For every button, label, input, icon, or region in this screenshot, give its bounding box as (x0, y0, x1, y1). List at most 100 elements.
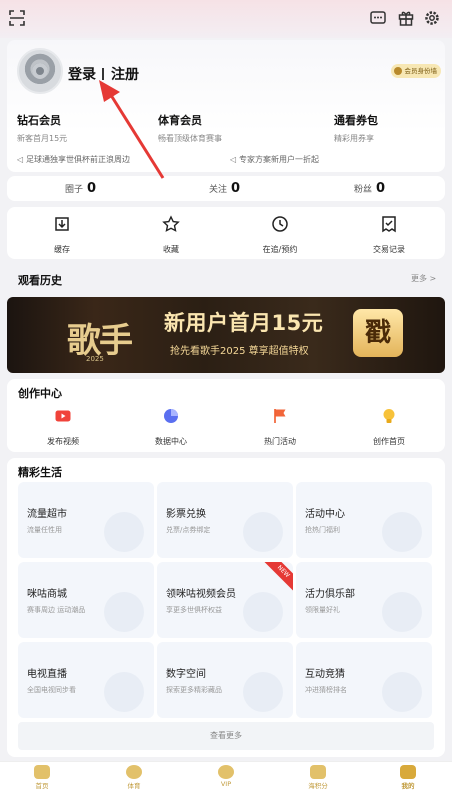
member-badge[interactable]: 会员身份墙 (390, 64, 441, 78)
flag-icon (274, 409, 286, 423)
notice-item[interactable]: ◁ 足球通独享世俱杯前正浪周边 (17, 154, 130, 165)
tile-subtitle: 探索更多精彩藏品 (166, 686, 222, 694)
view-more-button[interactable]: 查看更多 (18, 722, 434, 750)
login-link[interactable]: 登录 (68, 64, 96, 84)
membership-diamond[interactable]: 钻石会员 新客首月15元 (17, 112, 67, 144)
tab-points[interactable]: 海积分 (288, 765, 348, 790)
clock-icon (272, 216, 288, 232)
creation-label: 数据中心 (155, 437, 187, 446)
stat-followers[interactable]: 粉丝 0 (354, 181, 385, 196)
tile-title: 活力俱乐部 (305, 589, 355, 600)
tile-title: 影票兑换 (166, 509, 206, 520)
speaker-icon: ◁ (230, 155, 237, 164)
message-icon[interactable] (369, 9, 387, 27)
creator-home-button[interactable]: 创作首页 (349, 407, 429, 447)
stat-circles[interactable]: 圈子 0 (65, 181, 96, 196)
gift-icon[interactable] (397, 9, 415, 27)
stat-value: 0 (231, 181, 241, 196)
action-label: 在追/预约 (262, 245, 298, 254)
tile-data-store[interactable]: 流量超市 流量任性用 (18, 482, 154, 558)
cache-button[interactable]: 缓存 (22, 215, 102, 255)
stat-label: 关注 (209, 185, 228, 195)
register-link[interactable]: 注册 (111, 64, 139, 84)
scan-icon[interactable] (8, 9, 26, 27)
hot-activities-button[interactable]: 热门活动 (240, 407, 320, 447)
life-title: 精彩生活 (18, 466, 62, 479)
divider (102, 68, 104, 80)
tile-vitality-club[interactable]: 活力俱乐部 领限量好礼 (296, 562, 432, 638)
top-bar (0, 0, 452, 38)
following-reservations-button[interactable]: 在追/预约 (240, 215, 320, 255)
tile-activity-center[interactable]: 活动中心 抢热门福利 (296, 482, 432, 558)
tab-home[interactable]: 首页 (12, 765, 72, 790)
stat-following[interactable]: 关注 0 (209, 181, 240, 196)
tile-movie-tickets[interactable]: 影票兑换 兑票/点券绑定 (157, 482, 293, 558)
tile-title: 数字空间 (166, 669, 206, 680)
tab-label: 首页 (35, 782, 49, 790)
receipt-icon (382, 216, 396, 233)
ball-icon (126, 765, 142, 779)
pie-chart-icon (164, 409, 178, 423)
tab-sports[interactable]: 体育 (104, 765, 164, 790)
tile-tv-live[interactable]: 电视直播 全国电视同步看 (18, 642, 154, 718)
tab-vip[interactable]: VIP (196, 765, 256, 788)
transactions-button[interactable]: 交易记录 (349, 215, 429, 255)
creation-center-card: 创作中心 发布视频 数据中心 热门活动 创作首页 (7, 379, 445, 452)
banner-cta-button[interactable]: 戳 (353, 309, 403, 357)
tile-subtitle: 冲进猜榜排名 (305, 686, 347, 694)
tile-migu-mall[interactable]: 咪咕商城 赛事周边 运动潮品 (18, 562, 154, 638)
play-icon (310, 765, 326, 779)
notice-text: 专家方案新用户一折起 (239, 155, 319, 164)
notice-text: 足球通独享世俱杯前正浪周边 (26, 155, 130, 164)
stat-label: 圈子 (65, 185, 84, 195)
action-label: 缓存 (54, 245, 70, 254)
star-icon (162, 215, 180, 232)
settings-icon[interactable] (423, 9, 441, 27)
tile-subtitle: 抢热门福利 (305, 526, 340, 534)
banner-headline: 新用户首月15元 (164, 311, 324, 335)
home-icon (34, 765, 50, 779)
creation-title: 创作中心 (18, 387, 62, 400)
notice-item[interactable]: ◁ 专家方案新用户一折起 (230, 154, 319, 165)
tile-claim-membership[interactable]: NEW 领咪咕视频会员 享更多世俱杯权益 (157, 562, 293, 638)
tile-subtitle: 赛事周边 运动潮品 (27, 606, 86, 614)
life-services-card: 精彩生活 流量超市 流量任性用 影票兑换 兑票/点券绑定 活动中心 抢热门福利 … (7, 458, 445, 757)
quick-actions-card: 缓存 收藏 在追/预约 交易记录 (7, 207, 445, 259)
membership-sports[interactable]: 体育会员 畅看顶级体育赛事 (158, 112, 222, 144)
membership-ticket-pack[interactable]: 通看券包 精彩用券享 (334, 112, 378, 144)
tile-title: 咪咕商城 (27, 589, 67, 600)
tile-digital-space[interactable]: 数字空间 探索更多精彩藏品 (157, 642, 293, 718)
publish-video-button[interactable]: 发布视频 (23, 407, 103, 447)
avatar[interactable] (17, 48, 63, 94)
promo-banner[interactable]: 歌手 2025 新用户首月15元 抢先看歌手2025 尊享超值特权 戳 (7, 297, 445, 373)
membership-subtitle: 精彩用券享 (334, 134, 374, 143)
tile-interactive-quiz[interactable]: 互动竞猜 冲进猜榜排名 (296, 642, 432, 718)
membership-subtitle: 新客首月15元 (17, 134, 68, 143)
tile-title: 电视直播 (27, 669, 67, 680)
tile-subtitle: 兑票/点券绑定 (166, 526, 211, 534)
stat-value: 0 (376, 181, 386, 196)
stat-label: 粉丝 (354, 185, 373, 195)
tile-title: 领咪咕视频会员 (166, 589, 236, 600)
tab-label: 海积分 (308, 782, 328, 790)
tile-subtitle: 领限量好礼 (305, 606, 340, 614)
data-center-button[interactable]: 数据中心 (131, 407, 211, 447)
creation-label: 创作首页 (373, 437, 405, 446)
tab-mine[interactable]: 我的 (378, 765, 438, 790)
shirt-icon (400, 765, 416, 779)
vip-icon (218, 765, 234, 779)
membership-title: 钻石会员 (17, 114, 61, 127)
new-tag: NEW (263, 562, 293, 592)
tile-subtitle: 全国电视同步看 (27, 686, 76, 694)
favorites-button[interactable]: 收藏 (131, 215, 211, 255)
profile-card: 登录 注册 会员身份墙 钻石会员 新客首月15元 体育会员 畅看顶级体育赛事 通… (7, 40, 445, 172)
membership-title: 体育会员 (158, 114, 202, 127)
banner-subline: 抢先看歌手2025 尊享超值特权 (170, 346, 309, 357)
creation-label: 热门活动 (264, 437, 296, 446)
stats-card: 圈子 0 关注 0 粉丝 0 (7, 176, 445, 201)
action-label: 交易记录 (373, 245, 405, 254)
history-more-link[interactable]: 更多 > (411, 273, 436, 284)
bottom-tab-bar: 首页 体育 VIP 海积分 我的 (0, 761, 452, 791)
creation-label: 发布视频 (47, 437, 79, 446)
tile-subtitle: 流量任性用 (27, 526, 62, 534)
